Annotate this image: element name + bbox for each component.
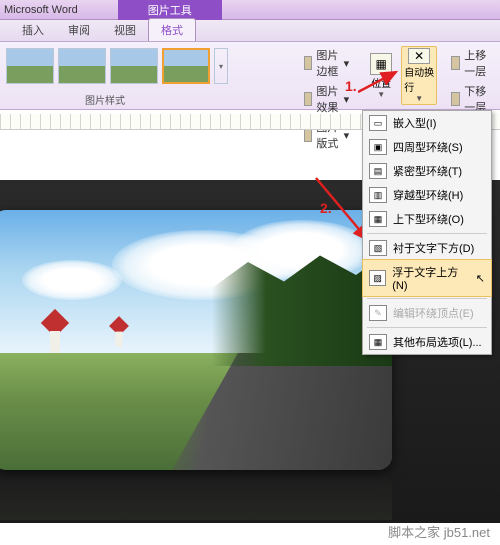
- menu-item-more[interactable]: ▦ 其他布局选项(L)...: [363, 330, 491, 354]
- app-title: Microsoft Word: [0, 4, 78, 16]
- front-icon: ▨: [369, 270, 386, 286]
- picture-border-button[interactable]: 图片边框 ▾: [300, 46, 353, 80]
- wrap-icon: ✕: [408, 48, 430, 64]
- group-label-styles: 图片样式: [85, 92, 125, 107]
- ribbon-tabs: 插入 审阅 视图 格式: [0, 20, 500, 42]
- ribbon: ▾ 图片样式 图片边框 ▾ 图片效果 ▾ 图片版式 ▾ ▦ 位置 ▼ ✕ 自动换…: [0, 42, 500, 110]
- position-button[interactable]: ▦ 位置 ▼: [363, 46, 399, 105]
- menu-item-square[interactable]: ▣ 四周型环绕(S): [363, 135, 491, 159]
- bring-forward-label: 上移一层: [464, 47, 490, 79]
- style-thumb-selected[interactable]: [162, 48, 210, 84]
- photo-windmill: [109, 319, 130, 347]
- cursor-icon: ↖: [476, 272, 485, 285]
- cloud-icon: [22, 260, 122, 300]
- tab-insert[interactable]: 插入: [10, 19, 56, 41]
- square-icon: ▣: [369, 139, 387, 155]
- border-icon: [304, 56, 312, 70]
- topbottom-icon: ▦: [369, 211, 387, 227]
- forward-icon: [451, 56, 460, 70]
- tab-review[interactable]: 审阅: [56, 19, 102, 41]
- picture-border-label: 图片边框: [316, 47, 339, 79]
- behind-icon: ▧: [369, 240, 387, 256]
- menu-label: 上下型环绕(O): [393, 211, 464, 227]
- tab-format[interactable]: 格式: [148, 18, 196, 41]
- menu-label: 嵌入型(I): [393, 115, 436, 131]
- menu-item-inline[interactable]: ▭ 嵌入型(I): [363, 111, 491, 135]
- wrap-text-menu: ▭ 嵌入型(I) ▣ 四周型环绕(S) ▤ 紧密型环绕(T) ▥ 穿越型环绕(H) ▦ 上…: [362, 110, 492, 355]
- menu-item-behind[interactable]: ▧ 衬于文字下方(D): [363, 236, 491, 260]
- gallery-more-button[interactable]: ▾: [214, 48, 228, 84]
- menu-label: 紧密型环绕(T): [393, 163, 462, 179]
- menu-label: 编辑环绕顶点(E): [393, 305, 474, 321]
- arrange-stack: 上移一层 下移一层 选择窗格: [441, 42, 500, 109]
- position-icon: ▦: [370, 53, 392, 75]
- editpoints-icon: ✎: [369, 305, 387, 321]
- inserted-picture[interactable]: [0, 210, 392, 470]
- backward-icon: [451, 92, 460, 106]
- menu-item-through[interactable]: ▥ 穿越型环绕(H): [363, 183, 491, 207]
- effects-icon: [304, 92, 312, 106]
- menu-label: 四周型环绕(S): [393, 139, 463, 155]
- menu-item-tight[interactable]: ▤ 紧密型环绕(T): [363, 159, 491, 183]
- style-thumb[interactable]: [58, 48, 106, 84]
- picture-options: 图片边框 ▾ 图片效果 ▾ 图片版式 ▾: [294, 42, 359, 109]
- menu-separator: [367, 327, 487, 328]
- context-tab-title: 图片工具: [118, 0, 222, 20]
- menu-separator: [367, 233, 487, 234]
- wrap-text-button[interactable]: ✕ 自动换行 ▼: [401, 46, 437, 105]
- arrange-group: ▦ 位置 ▼ ✕ 自动换行 ▼: [359, 42, 441, 109]
- menu-label: 浮于文字上方(N): [392, 264, 470, 292]
- menu-separator: [367, 298, 487, 299]
- menu-item-topbottom[interactable]: ▦ 上下型环绕(O): [363, 207, 491, 231]
- dropdown-arrow-icon: ▼: [377, 90, 385, 99]
- picture-effects-label: 图片效果: [316, 83, 339, 115]
- photo-windmill: [40, 313, 70, 353]
- callout-1: 1.: [345, 78, 357, 94]
- menu-label: 其他布局选项(L)...: [393, 334, 482, 350]
- dropdown-arrow-icon: ▼: [415, 94, 423, 103]
- picture-reflection: [0, 470, 392, 520]
- through-icon: ▥: [369, 187, 387, 203]
- callout-2: 2.: [320, 200, 332, 216]
- bring-forward-button[interactable]: 上移一层: [447, 46, 494, 80]
- watermark: 脚本之家 jb51.net: [388, 522, 490, 541]
- wrap-label: 自动换行: [404, 64, 434, 94]
- menu-item-front[interactable]: ▨ 浮于文字上方(N) ↖: [362, 259, 492, 297]
- style-thumb[interactable]: [110, 48, 158, 84]
- inline-icon: ▭: [369, 115, 387, 131]
- layout-icon: [304, 128, 312, 142]
- tight-icon: ▤: [369, 163, 387, 179]
- position-label: 位置: [371, 75, 391, 90]
- title-bar: Microsoft Word 图片工具: [0, 0, 500, 20]
- menu-label: 衬于文字下方(D): [393, 240, 474, 256]
- tab-view[interactable]: 视图: [102, 19, 148, 41]
- more-icon: ▦: [369, 334, 387, 350]
- style-thumb[interactable]: [6, 48, 54, 84]
- menu-item-editpoints: ✎ 编辑环绕顶点(E): [363, 301, 491, 325]
- menu-label: 穿越型环绕(H): [393, 187, 463, 203]
